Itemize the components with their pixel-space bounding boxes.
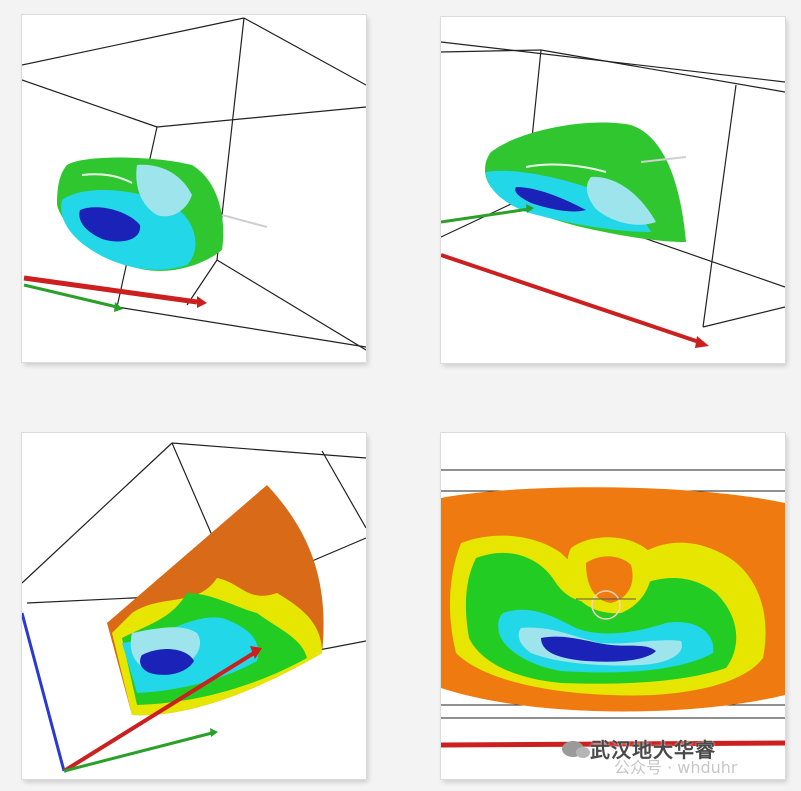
watermark-handle: 公众号 · whduhr [614,758,738,777]
view-panel-top-right[interactable] [441,17,785,363]
view-panel-bottom-right[interactable] [441,433,785,779]
grade-contour-map [441,487,785,712]
view-panel-bottom-left[interactable] [22,433,366,779]
scene-3d-bottom-left [22,442,366,773]
section-view-bottom-right [441,469,785,748]
view-panel-top-left[interactable] [22,15,366,362]
ore-body-model [107,485,324,716]
ore-body-model [57,157,268,271]
coordinate-axes [23,275,207,312]
scene-3d-top-left [22,17,366,351]
watermark: 武汉地大华睿 公众号 · whduhr [562,734,738,777]
wechat-icon [562,740,590,758]
scene-3d-top-right [441,41,785,348]
ore-body-model [485,122,687,242]
